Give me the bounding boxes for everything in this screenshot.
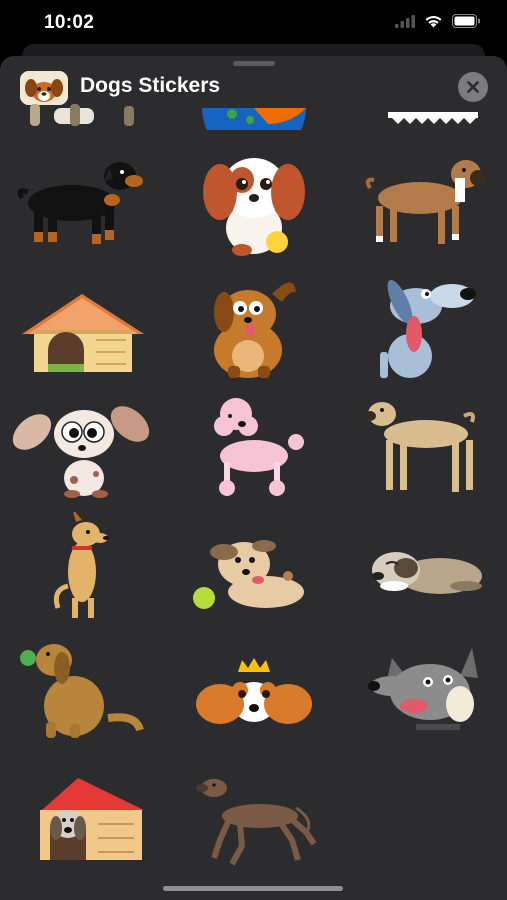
battery-icon (452, 14, 481, 33)
ball-sticker[interactable] (184, 56, 324, 130)
doghouse-sticker[interactable] (12, 272, 152, 382)
puppy-with-ball-sticker[interactable] (184, 148, 324, 258)
home-indicator[interactable] (163, 886, 343, 891)
rottweiler-sticker[interactable] (12, 148, 152, 258)
wifi-icon (424, 14, 443, 33)
boxer-dog-sticker[interactable] (356, 148, 496, 258)
pointer-dog-sticker[interactable] (184, 768, 324, 878)
brown-cartoon-dog-sticker[interactable] (184, 272, 324, 382)
wolf-dog-sticker[interactable] (356, 632, 496, 742)
dog-in-doghouse-sticker[interactable] (12, 768, 152, 878)
crowned-spaniel-sticker[interactable] (184, 632, 324, 742)
status-icons (395, 14, 481, 33)
tan-dog-sticker[interactable] (356, 392, 496, 502)
sticker-sheet: Dogs Stickers (0, 56, 507, 900)
partial-dog-sticker[interactable] (12, 56, 152, 130)
bone-sticker[interactable] (356, 56, 496, 130)
sleeping-dog-sticker[interactable] (356, 512, 496, 622)
blue-dog-sticker[interactable] (356, 272, 496, 382)
playful-dog-sticker[interactable] (184, 512, 324, 622)
cellular-icon (395, 14, 415, 33)
pink-poodle-sticker[interactable] (184, 392, 324, 502)
golden-retriever-sticker[interactable] (12, 632, 152, 742)
big-eyed-puppy-sticker[interactable] (12, 392, 152, 502)
standing-dog-sticker[interactable] (12, 512, 152, 622)
sticker-grid (0, 104, 507, 900)
status-bar: 10:02 (0, 0, 507, 46)
status-time: 10:02 (44, 12, 95, 33)
